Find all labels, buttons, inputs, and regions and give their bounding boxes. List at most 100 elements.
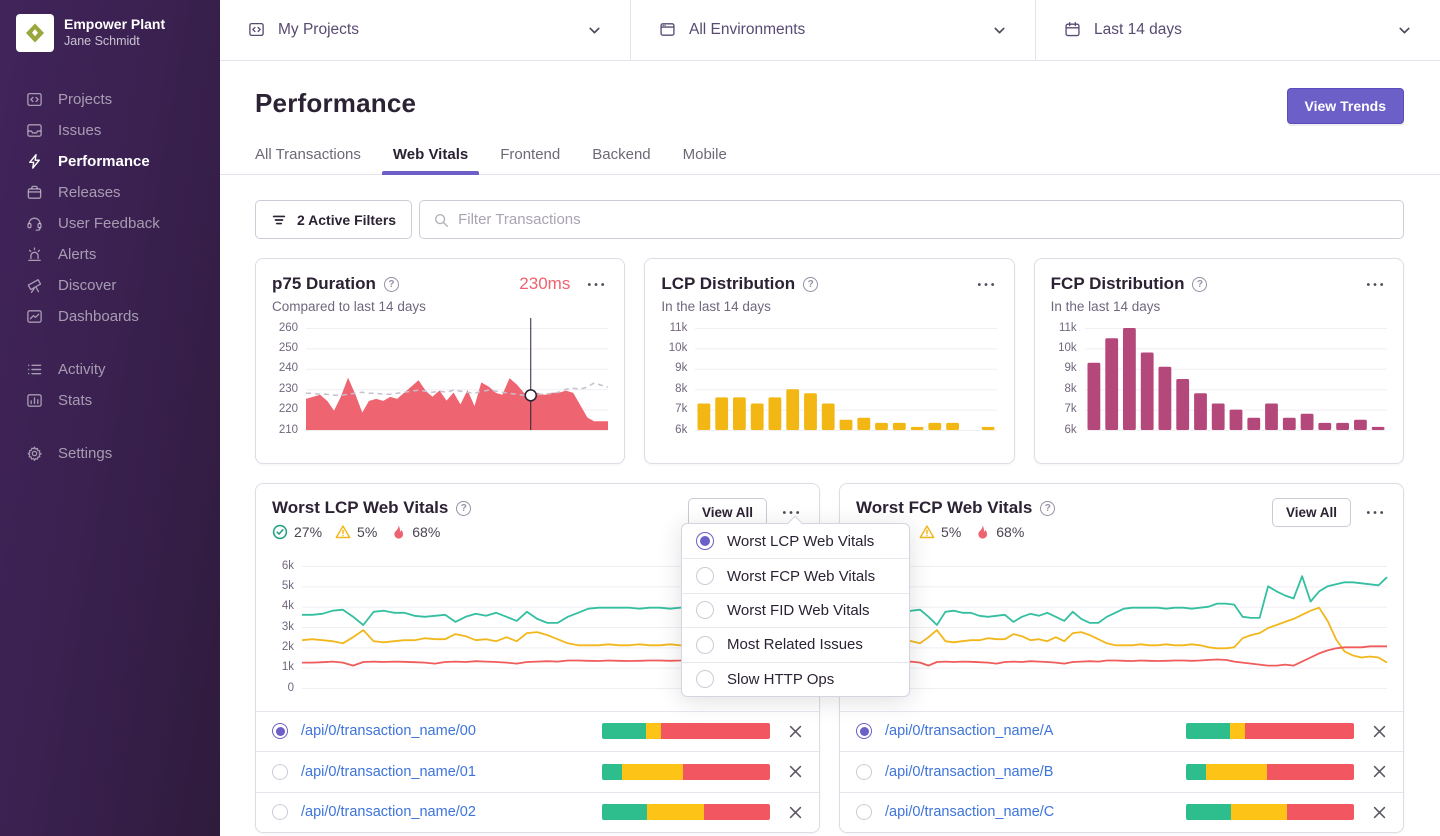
card-title: p75 Duration — [272, 274, 376, 293]
close-icon[interactable] — [788, 764, 803, 779]
fcp-distribution-card: FCP Distribution ? In the last 14 days 1… — [1033, 258, 1404, 464]
environment-selector[interactable]: All Environments — [630, 0, 1035, 60]
close-icon[interactable] — [1372, 764, 1387, 779]
sidebar-nav-group: Activity Stats — [0, 354, 220, 416]
help-icon[interactable]: ? — [383, 276, 399, 292]
card-options-button[interactable] — [974, 279, 998, 290]
help-icon[interactable]: ? — [1192, 276, 1208, 292]
vitals-bar-segment — [645, 723, 661, 740]
sidebar-item-performance[interactable]: Performance — [0, 146, 220, 177]
menu-radio[interactable] — [696, 601, 714, 620]
vitals-bar-segment — [1186, 763, 1207, 780]
y-axis-tick: 260 — [278, 321, 298, 334]
check-circle-icon — [272, 524, 288, 540]
sidebar-item-releases[interactable]: Releases — [0, 177, 220, 208]
tab-mobile[interactable]: Mobile — [683, 146, 727, 174]
tab-all-transactions[interactable]: All Transactions — [255, 146, 361, 174]
y-axis-tick: 1k — [281, 661, 294, 674]
transaction-link[interactable]: /api/0/transaction_name/A — [885, 723, 1053, 739]
card-title: FCP Distribution — [1050, 274, 1185, 293]
tab-frontend[interactable]: Frontend — [500, 146, 560, 174]
help-icon[interactable]: ? — [803, 276, 819, 292]
topbar: My Projects All Environments Last 14 day… — [220, 0, 1440, 61]
card-subtitle: In the last 14 days — [1050, 299, 1161, 314]
filter-icon — [271, 212, 287, 228]
vitals-bar-segment — [602, 804, 648, 821]
close-icon[interactable] — [1372, 805, 1387, 820]
y-axis-tick: 3k — [281, 620, 294, 633]
transaction-search — [419, 200, 1404, 239]
card-options-button[interactable] — [1363, 279, 1387, 290]
org-switcher[interactable]: Empower Plant Jane Schmidt — [0, 0, 220, 62]
date-range-selector-label: Last 14 days — [1094, 21, 1182, 38]
fcp-distribution-chart: 11k 10k 9k 8k 7k 6k — [1051, 322, 1387, 451]
org-logo-icon — [16, 14, 54, 52]
y-axis-tick: 220 — [278, 403, 298, 416]
view-trends-button[interactable]: View Trends — [1286, 88, 1404, 124]
settings-icon — [25, 445, 43, 463]
sidebar-item-user-feedback[interactable]: User Feedback — [0, 208, 220, 239]
close-icon[interactable] — [788, 724, 803, 739]
card-options-button[interactable] — [584, 279, 608, 290]
sidebar-nav-group: Settings — [0, 438, 220, 469]
sidebar-item-stats[interactable]: Stats — [0, 385, 220, 416]
issues-icon — [25, 122, 43, 140]
sidebar-item-settings[interactable]: Settings — [0, 438, 220, 469]
close-icon[interactable] — [1372, 724, 1387, 739]
transaction-radio[interactable] — [856, 763, 872, 780]
sidebar-item-alerts[interactable]: Alerts — [0, 239, 220, 270]
fire-icon — [974, 524, 990, 540]
help-icon[interactable]: ? — [456, 500, 472, 516]
menu-radio[interactable] — [696, 532, 714, 551]
menu-item-worst-fcp-web-vitals[interactable]: Worst FCP Web Vitals — [682, 558, 909, 592]
card-options-button[interactable] — [1363, 507, 1387, 518]
menu-radio[interactable] — [696, 567, 714, 586]
sidebar-item-dashboards[interactable]: Dashboards — [0, 301, 220, 332]
project-selector[interactable]: My Projects — [220, 0, 630, 60]
transaction-radio[interactable] — [272, 763, 288, 780]
sidebar-nav-group: Projects Issues Performance Releases User Fe… — [0, 84, 220, 332]
card-options-button[interactable] — [779, 507, 803, 518]
transaction-link[interactable]: /api/0/transaction_name/00 — [301, 723, 476, 739]
tab-bar: All Transactions Web Vitals Frontend Backen… — [220, 146, 1440, 175]
menu-item-label: Worst FCP Web Vitals — [727, 567, 876, 585]
sidebar-item-label: Projects — [58, 91, 113, 108]
y-axis-tick: 250 — [278, 341, 298, 354]
transaction-link[interactable]: /api/0/transaction_name/B — [885, 764, 1053, 780]
chevron-down-icon — [1397, 23, 1412, 38]
vitals-bar-segment — [660, 723, 770, 740]
menu-item-worst-fid-web-vitals[interactable]: Worst FID Web Vitals — [682, 592, 909, 627]
y-axis-tick: 2k — [281, 640, 294, 653]
user-feedback-icon — [25, 215, 43, 233]
org-user: Jane Schmidt — [64, 33, 140, 48]
search-input[interactable] — [458, 211, 1390, 228]
menu-item-worst-lcp-web-vitals[interactable]: Worst LCP Web Vitals — [682, 524, 909, 558]
sidebar-item-activity[interactable]: Activity — [0, 354, 220, 385]
transaction-link[interactable]: /api/0/transaction_name/C — [885, 804, 1054, 820]
transaction-row: /api/0/transaction_name/02 — [256, 791, 819, 833]
tab-web-vitals[interactable]: Web Vitals — [381, 146, 480, 175]
menu-item-most-related-issues[interactable]: Most Related Issues — [682, 627, 909, 661]
transaction-radio[interactable] — [856, 804, 872, 821]
menu-radio[interactable] — [696, 635, 714, 654]
transaction-radio[interactable] — [856, 723, 872, 740]
help-icon[interactable]: ? — [1040, 500, 1056, 516]
transaction-radio[interactable] — [272, 804, 288, 821]
sidebar-item-label: Settings — [58, 445, 113, 462]
transaction-radio[interactable] — [272, 723, 288, 740]
transaction-link[interactable]: /api/0/transaction_name/02 — [301, 804, 476, 820]
filter-row: 2 Active Filters — [255, 200, 1404, 239]
tab-backend[interactable]: Backend — [592, 146, 650, 174]
menu-radio[interactable] — [696, 670, 714, 689]
sidebar-item-projects[interactable]: Projects — [0, 84, 220, 115]
sidebar-item-issues[interactable]: Issues — [0, 115, 220, 146]
calendar-icon — [1064, 21, 1082, 39]
date-range-selector[interactable]: Last 14 days — [1035, 0, 1440, 60]
active-filters-button[interactable]: 2 Active Filters — [255, 200, 413, 239]
transaction-row: /api/0/transaction_name/00 — [256, 710, 819, 752]
sidebar-item-discover[interactable]: Discover — [0, 270, 220, 301]
transaction-link[interactable]: /api/0/transaction_name/01 — [301, 764, 476, 780]
menu-item-slow-http-ops[interactable]: Slow HTTP Ops — [682, 661, 909, 696]
close-icon[interactable] — [788, 805, 803, 820]
view-all-button[interactable]: View All — [1271, 498, 1351, 527]
